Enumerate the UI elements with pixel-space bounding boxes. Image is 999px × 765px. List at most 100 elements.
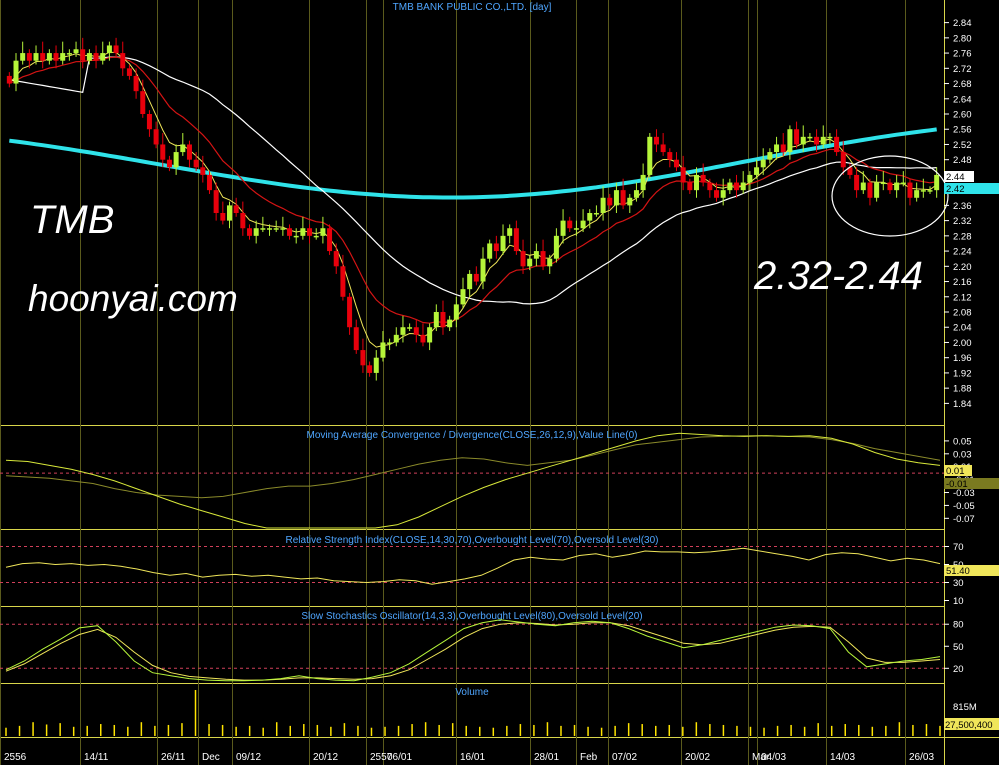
candle-body xyxy=(460,289,466,305)
candle-body xyxy=(860,182,866,191)
candle-body xyxy=(327,228,333,252)
candle-body xyxy=(720,190,726,198)
candle-body xyxy=(313,235,319,238)
date-tick-label: 2556 xyxy=(4,752,27,763)
candle-body xyxy=(600,197,606,213)
candle-body xyxy=(173,152,179,168)
price-tick-label: 2.52 xyxy=(953,140,972,151)
ticker-overlay: TMB xyxy=(30,198,115,242)
candle-body xyxy=(927,190,933,192)
candle-body xyxy=(754,167,760,175)
candle-body xyxy=(880,182,886,185)
candle-body xyxy=(527,258,533,267)
candle-body xyxy=(734,182,740,191)
candle-body xyxy=(887,182,893,191)
price-tick-label: 2.56 xyxy=(953,125,972,136)
price-tick-label: 2.32 xyxy=(953,216,972,227)
stoch-tick-label: 50 xyxy=(953,642,964,653)
candle-body xyxy=(407,327,413,329)
candle-body xyxy=(593,213,599,215)
candle-body xyxy=(420,334,426,343)
candle-body xyxy=(807,136,813,139)
candle-body xyxy=(640,174,646,191)
candle-body xyxy=(560,220,566,236)
price-chart: TMB BANK PUBLIC CO.,LTD. [day] 2.84 2.80 2… xyxy=(0,0,999,765)
candle-body xyxy=(340,266,346,297)
candle-body xyxy=(166,159,172,168)
price-tick-label: 2.72 xyxy=(953,64,972,75)
candle-body xyxy=(267,228,273,230)
candle-body xyxy=(547,258,553,267)
date-tick-label: 16/01 xyxy=(460,752,485,763)
candle-body xyxy=(106,45,112,54)
candle-body xyxy=(660,144,666,153)
candle-body xyxy=(226,205,232,221)
candle-body xyxy=(6,75,12,84)
candle-body xyxy=(500,235,506,252)
candle-body xyxy=(186,144,192,160)
price-tick-label: 2.24 xyxy=(953,247,972,258)
candle-body xyxy=(567,220,573,229)
candle-body xyxy=(714,190,720,198)
candle-body xyxy=(433,312,439,328)
date-tick-label: 04/03 xyxy=(761,752,786,763)
date-tick-label: Feb xyxy=(580,752,598,763)
last-price-label-1: 2.44 xyxy=(946,172,965,183)
candle-body xyxy=(280,228,286,230)
candle-body xyxy=(740,182,746,191)
macd-tick-label: 0.03 xyxy=(953,449,972,460)
price-tick-label: 1.96 xyxy=(953,353,972,364)
date-tick-label: Dec xyxy=(202,752,220,763)
candle-body xyxy=(73,49,79,54)
candle-body xyxy=(580,220,586,229)
candle-body xyxy=(907,182,913,198)
candle-body xyxy=(787,129,793,153)
stoch-tick-label: 20 xyxy=(953,664,964,675)
candle-body xyxy=(53,53,59,61)
price-tick-label: 1.92 xyxy=(953,368,972,379)
date-tick-label: 14/03 xyxy=(830,752,855,763)
stoch-tick-label: 80 xyxy=(953,620,964,631)
candle-body xyxy=(760,159,766,168)
price-tick-label: 2.20 xyxy=(953,262,972,273)
price-tick-label: 2.28 xyxy=(953,231,972,242)
macd-panel-title: Moving Average Convergence / Divergence(… xyxy=(307,430,638,441)
date-tick-label: 07/02 xyxy=(612,752,637,763)
price-tick-label: 2.08 xyxy=(953,308,972,319)
candle-body xyxy=(700,174,706,183)
candle-body xyxy=(613,190,619,206)
candle-body xyxy=(300,228,306,236)
candle-body xyxy=(920,190,926,192)
candle-body xyxy=(273,228,279,230)
candle-body xyxy=(687,182,693,191)
candle-body xyxy=(794,129,800,145)
rsi-tick-label: 10 xyxy=(953,596,964,607)
candle-body xyxy=(480,258,486,282)
macd-marker-2: -0.01 xyxy=(946,479,968,490)
candle-body xyxy=(40,53,46,61)
candle-body xyxy=(513,228,519,252)
candle-body xyxy=(467,273,473,290)
price-tick-label: 2.16 xyxy=(953,277,972,288)
candle-body xyxy=(220,213,226,221)
site-overlay: hoonyai.com xyxy=(28,278,238,319)
candle-body xyxy=(900,182,906,185)
volume-tick-2: 27,500,400 xyxy=(945,720,993,731)
candle-body xyxy=(820,136,826,145)
candle-body xyxy=(767,152,773,160)
candle-body xyxy=(667,152,673,160)
candle-body xyxy=(453,304,459,320)
price-tick-label: 2.84 xyxy=(953,18,972,29)
candle-body xyxy=(46,53,52,61)
candle-body xyxy=(780,144,786,153)
candle-body xyxy=(874,182,880,198)
candle-body xyxy=(120,53,126,69)
date-tick-label: 20/12 xyxy=(313,752,338,763)
candle-body xyxy=(86,53,92,61)
candle-body xyxy=(93,53,99,61)
candle-body xyxy=(867,182,873,198)
candle-body xyxy=(380,342,386,358)
candle-body xyxy=(26,53,32,61)
stochastic-panel-title: Slow Stochastics Oscillator(14,3,3),Over… xyxy=(301,611,642,622)
candle-body xyxy=(747,174,753,183)
